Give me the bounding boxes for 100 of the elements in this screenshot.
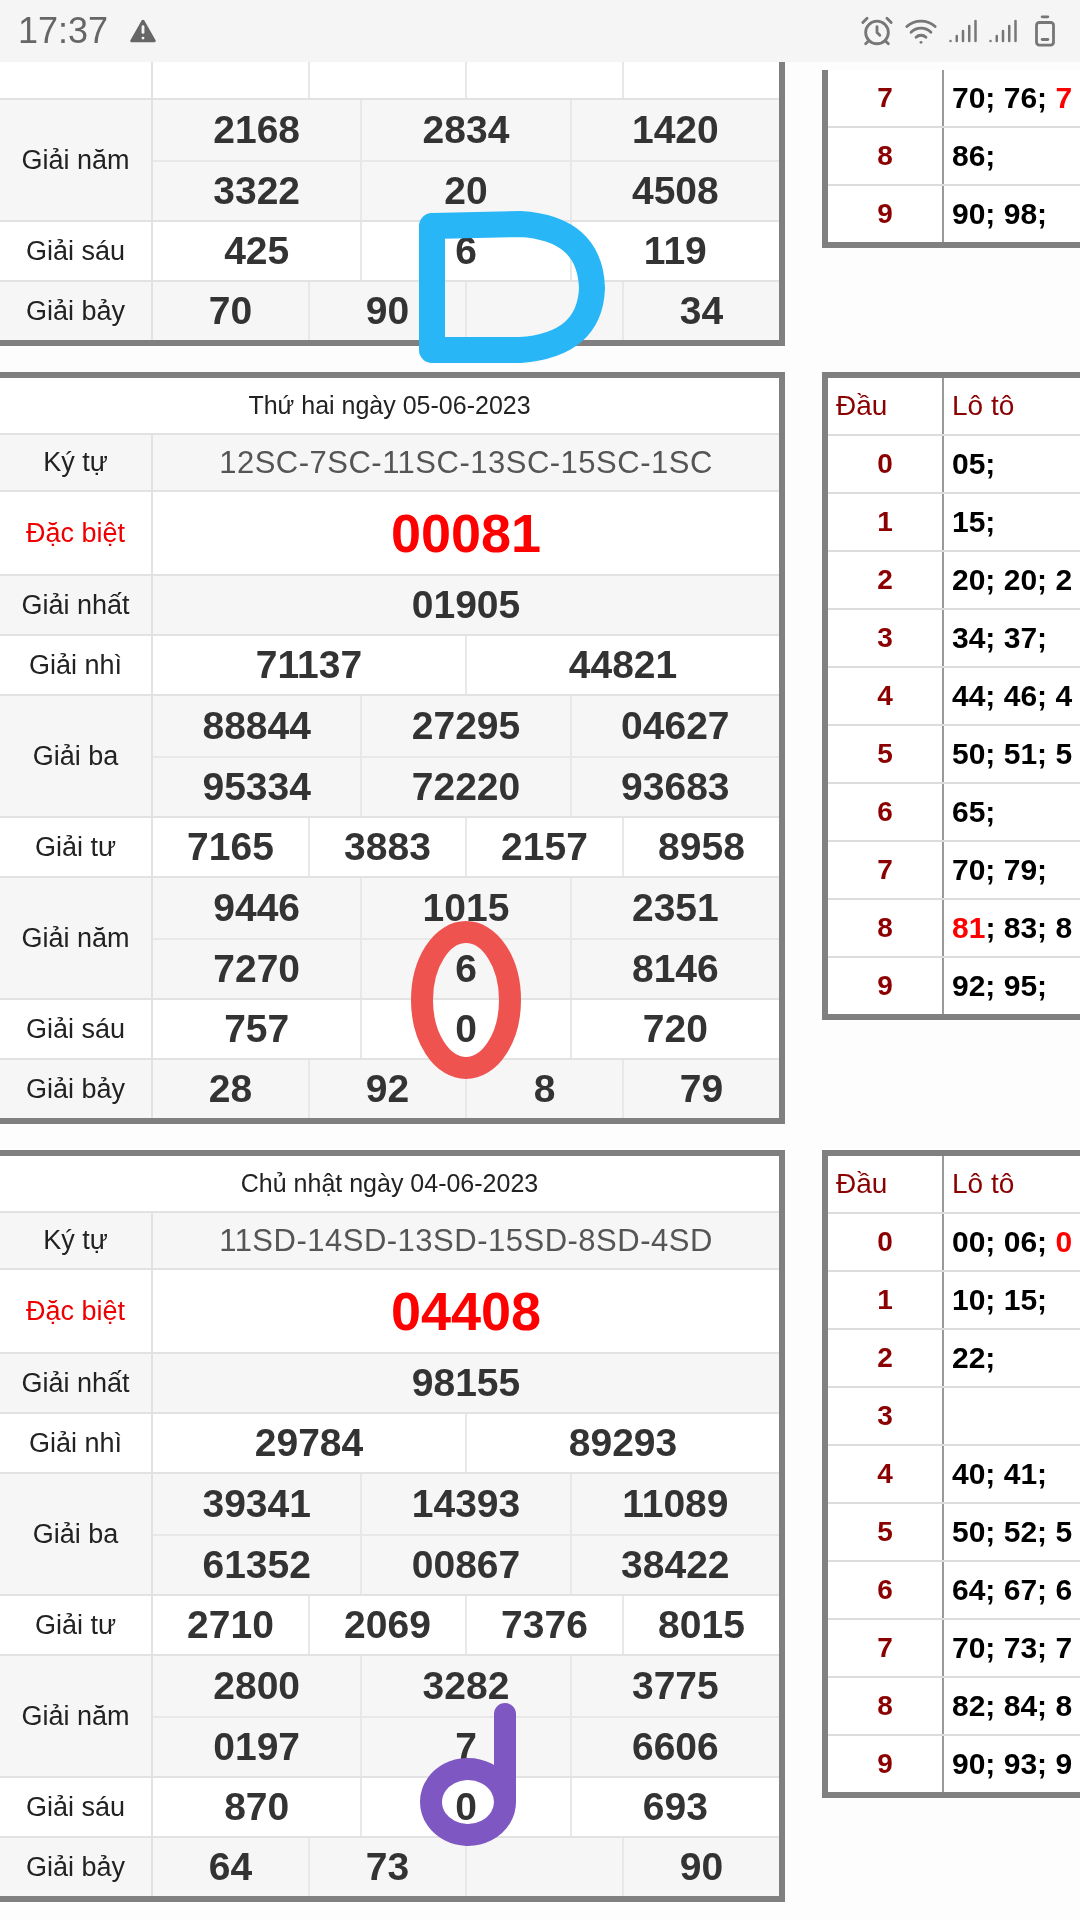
prize-number: 757 (153, 1000, 363, 1058)
prize-number: 39341 (153, 1474, 363, 1534)
loto-number: 90; 98; (952, 197, 1048, 231)
loto-number: 64; 67; 6 (952, 1573, 1073, 1607)
prize-number: 89293 (567, 1420, 679, 1466)
prize-number: 7376 (467, 1596, 624, 1654)
prize-number: 7270 (153, 940, 363, 998)
loto-number: 40; 41; (952, 1457, 1048, 1491)
prize-number: 64 (153, 1838, 310, 1896)
prize-number: 720 (641, 1006, 709, 1052)
prize-number: 72220 (362, 758, 572, 816)
row-label: Giải ba (0, 1474, 153, 1594)
row-label: Giải sáu (0, 222, 153, 280)
prize-number: 7165 (153, 818, 310, 876)
prize-number: 29784 (153, 1414, 467, 1472)
draw-date: Chủ nhật ngày 04-06-2023 (239, 1168, 540, 1199)
row-label: Giải sáu (0, 1778, 153, 1836)
loto-number: 65; (952, 795, 996, 829)
loto-number: 05; (952, 447, 996, 481)
prize-number: 04627 (620, 703, 731, 749)
row-label: Ký tự (0, 435, 153, 490)
prize-number: 3883 (310, 818, 467, 876)
prize-number: 3322 (153, 162, 363, 220)
loto-number: 82; 84; 8 (952, 1689, 1073, 1723)
prize-number: 2157 (467, 818, 624, 876)
head-digit: 8 (828, 128, 944, 184)
head-digit: 1 (828, 1272, 944, 1328)
jackpot-number: 00081 (389, 502, 543, 565)
prize-number: 11089 (621, 1481, 730, 1527)
prize-number: 92 (310, 1060, 467, 1118)
prize-number: 8958 (657, 824, 746, 870)
head-digit: 9 (828, 186, 944, 242)
prize-number: 61352 (153, 1536, 363, 1594)
head-digit: 7 (828, 1620, 944, 1676)
ticket-code: 12SC-7SC-11SC-13SC-15SC-1SC (218, 443, 714, 482)
row-label: Giải năm (0, 100, 153, 220)
head-digit: 9 (828, 1736, 944, 1792)
prize-number: 90 (310, 282, 467, 340)
loto-number: 70; 73; 7 (952, 1631, 1073, 1665)
prize-number: 2834 (362, 100, 572, 160)
head-digit: 3 (828, 1388, 944, 1444)
prize-number: 3775 (630, 1663, 720, 1709)
prize-number: 00867 (362, 1536, 572, 1594)
loto-number: 44; 46; 4 (952, 679, 1073, 713)
prize-number: 2069 (310, 1596, 467, 1654)
prize-number: 8 (467, 1060, 624, 1118)
loto-number: 81 (952, 911, 986, 945)
prize-number: 2800 (153, 1656, 363, 1716)
loto-number: 70; 79; (952, 853, 1048, 887)
loto-number: 50; 52; 5 (952, 1515, 1073, 1549)
head-digit: 0 (828, 1214, 944, 1270)
row-label: Giải ba (0, 696, 153, 816)
prize-number: 870 (153, 1778, 363, 1836)
prize-number: 88844 (153, 696, 363, 756)
prize-number: 425 (153, 222, 363, 280)
prize-number: 6606 (630, 1724, 720, 1770)
prize-number: 95334 (153, 758, 363, 816)
row-label: Giải bảy (0, 282, 153, 340)
head-digit: 6 (828, 1562, 944, 1618)
prize-number: 71137 (153, 636, 467, 694)
loto-number: 90; 93; 9 (952, 1747, 1073, 1781)
prize-number: 73 (310, 1838, 467, 1896)
column-header: Lô tô (951, 389, 1016, 423)
prize-number: 2168 (153, 100, 363, 160)
loto-number: 20; 20; 2 (952, 563, 1073, 597)
prize-number: 90 (678, 1844, 725, 1890)
loto-number: 00; 06; (952, 1225, 1049, 1259)
loto-number: 22; (952, 1341, 996, 1375)
head-digit: 1 (828, 494, 944, 550)
row-label: Giải bảy (0, 1838, 153, 1896)
prize-number: 93683 (620, 764, 731, 810)
prize-number: 9446 (153, 878, 363, 938)
column-header: Đầu (828, 378, 944, 434)
row-label: Giải nhất (0, 576, 153, 634)
ticket-code: 11SD-14SD-13SD-15SD-8SD-4SD (218, 1221, 714, 1260)
head-digit: 7 (828, 70, 944, 126)
loto-number: 7 (1055, 81, 1073, 115)
head-digit: 2 (828, 1330, 944, 1386)
prize-number: 0197 (153, 1718, 363, 1776)
row-label: Giải nhì (0, 636, 153, 694)
prize-number: 0 (362, 1778, 572, 1836)
row-label: Đặc biệt (0, 492, 153, 574)
column-header: Lô tô (951, 1167, 1016, 1201)
prize-number: 8015 (657, 1602, 746, 1648)
head-digit: 9 (828, 958, 944, 1014)
head-digit: 3 (828, 610, 944, 666)
row-label: Giải năm (0, 878, 153, 998)
prize-number: 98155 (410, 1360, 522, 1406)
prize-number: 1015 (362, 878, 572, 938)
head-digit: 0 (828, 436, 944, 492)
row-label: Giải nhì (0, 1414, 153, 1472)
head-digit: 8 (828, 900, 944, 956)
head-digit: 2 (828, 552, 944, 608)
loto-number: 50; 51; 5 (952, 737, 1073, 771)
row-label: Giải tư (0, 1596, 153, 1654)
column-header: Đầu (828, 1156, 944, 1212)
prize-number: 3282 (362, 1656, 572, 1716)
prize-number: 2351 (630, 885, 720, 931)
prize-number: 119 (642, 228, 708, 274)
loto-number: 34; 37; (952, 621, 1048, 655)
